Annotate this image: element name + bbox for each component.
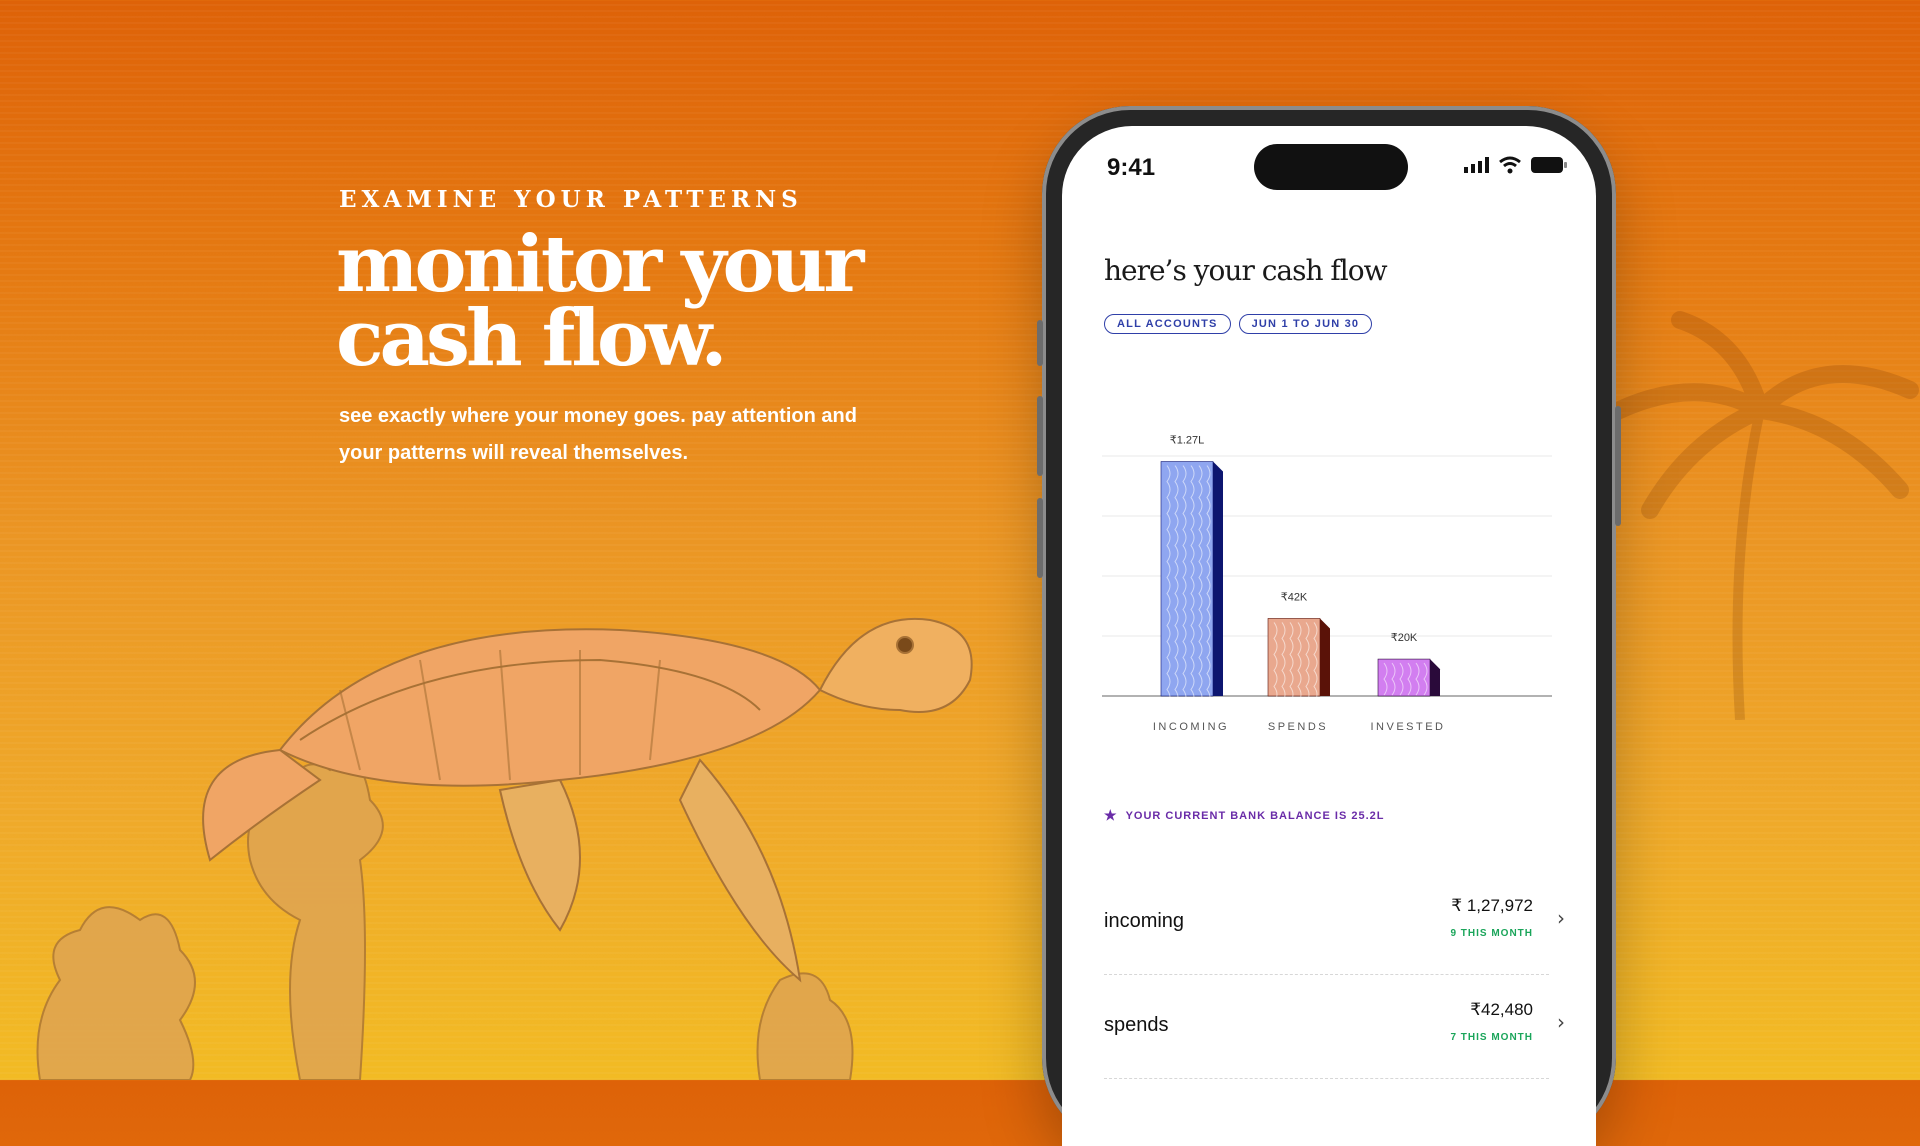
row-amount: ₹42,480 bbox=[1470, 1000, 1533, 1019]
status-icons bbox=[1464, 156, 1568, 178]
volume-down-button bbox=[1037, 498, 1043, 578]
bar-shadow bbox=[1320, 618, 1330, 696]
wifi-icon bbox=[1498, 156, 1522, 178]
star-icon: ★ bbox=[1104, 807, 1118, 823]
phone-mockup: 9:41 here’s your cash flow ALL ACCOUNTS … bbox=[1037, 106, 1621, 1146]
phone-side-button bbox=[1037, 320, 1043, 366]
filter-chip-date-range[interactable]: JUN 1 TO JUN 30 bbox=[1238, 314, 1373, 334]
hero-subtext: see exactly where your money goes. pay a… bbox=[339, 405, 857, 464]
chevron-right-icon: › bbox=[1557, 906, 1565, 930]
row-count: 7 THIS MONTH bbox=[1450, 1032, 1533, 1043]
sea-turtle-illustration bbox=[36, 617, 973, 1080]
category-label: INCOMING bbox=[1153, 721, 1229, 733]
bar-value-label: ₹1.27L bbox=[1170, 435, 1205, 447]
category-label: SPENDS bbox=[1268, 721, 1328, 733]
category-label: INVESTED bbox=[1370, 721, 1445, 733]
row-label: spends bbox=[1104, 1014, 1169, 1036]
bank-balance-text: YOUR CURRENT BANK BALANCE IS 25.2L bbox=[1125, 809, 1385, 822]
list-item-spends[interactable]: spends ₹42,480 7 THIS MONTH › bbox=[1104, 974, 1565, 1079]
list-item-incoming[interactable]: incoming ₹ 1,27,972 9 THIS MONTH › bbox=[1104, 870, 1565, 975]
chevron-right-icon: › bbox=[1557, 1010, 1565, 1034]
headline: monitor your cash flow. bbox=[336, 219, 864, 384]
eyebrow-text: EXAMINE YOUR PATTERNS bbox=[339, 186, 803, 213]
filter-chip-accounts[interactable]: ALL ACCOUNTS bbox=[1104, 314, 1231, 334]
power-button bbox=[1615, 406, 1621, 526]
bar-value-label: ₹20K bbox=[1391, 632, 1418, 644]
bar-value-label: ₹42K bbox=[1281, 591, 1308, 603]
dynamic-island bbox=[1254, 144, 1408, 190]
row-label: incoming bbox=[1104, 910, 1185, 932]
screen-title: here’s your cash flow bbox=[1104, 254, 1388, 287]
filter-chips: ALL ACCOUNTS JUN 1 TO JUN 30 bbox=[1104, 314, 1373, 334]
phone-screen: 9:41 here’s your cash flow ALL ACCOUNTS … bbox=[1062, 126, 1596, 1146]
bar-invested bbox=[1377, 658, 1431, 697]
row-amount: ₹ 1,27,972 bbox=[1451, 896, 1533, 915]
battery-icon bbox=[1530, 156, 1568, 178]
row-count: 9 THIS MONTH bbox=[1450, 928, 1533, 939]
status-time: 9:41 bbox=[1107, 154, 1156, 181]
bar-shadow bbox=[1213, 461, 1223, 696]
signal-icon bbox=[1464, 157, 1490, 177]
bank-balance-note: ★ YOUR CURRENT BANK BALANCE IS 25.2L bbox=[1104, 807, 1384, 824]
cash-flow-chart: ₹1.27L INCOMING ₹42K SPENDS ₹20K INVESTED bbox=[1102, 435, 1552, 733]
bar-shadow bbox=[1430, 659, 1440, 696]
volume-up-button bbox=[1037, 396, 1043, 476]
